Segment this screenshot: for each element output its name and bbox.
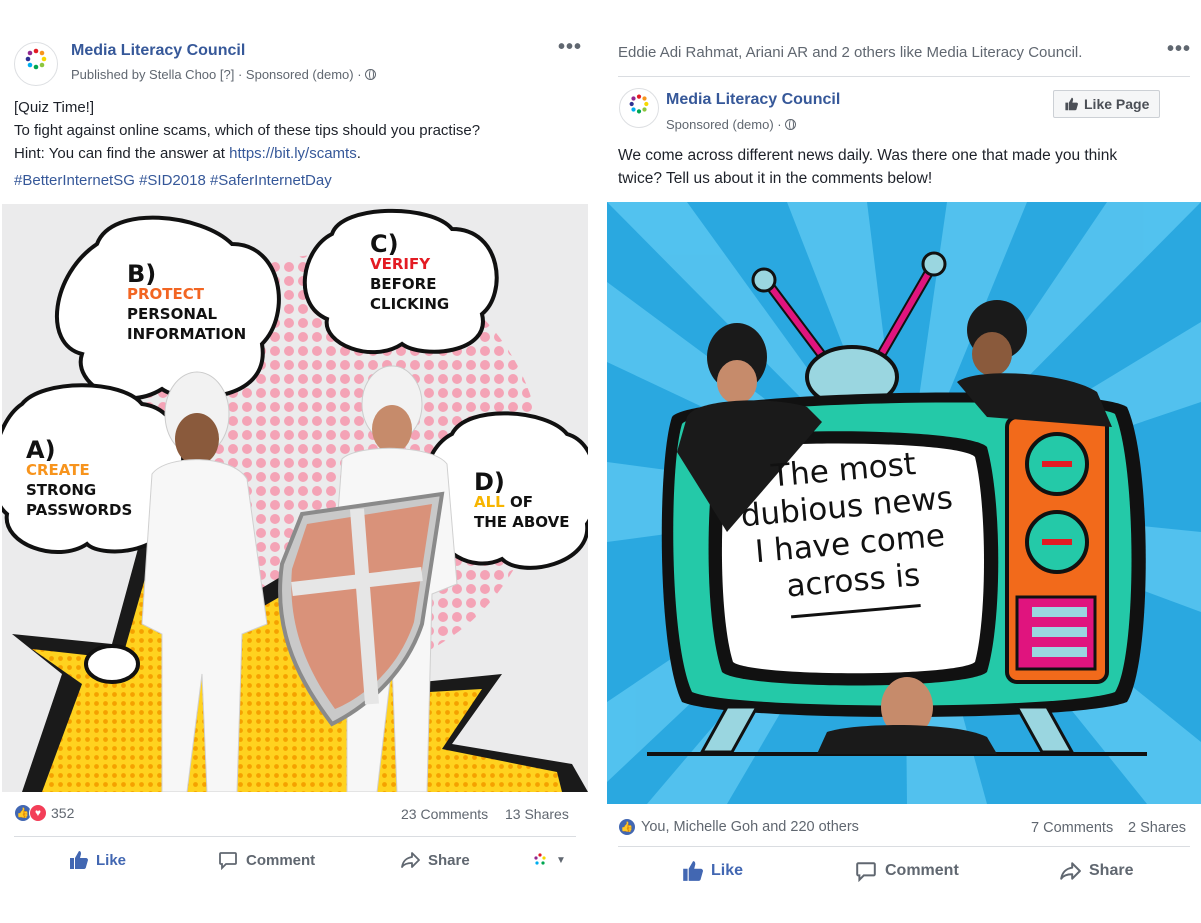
option-text: PASSWORDS — [26, 501, 133, 519]
post-body: [Quiz Time!] To fight against online sca… — [14, 96, 580, 165]
option-text: PERSONAL — [127, 305, 218, 323]
sponsored-label: · Sponsored (demo) · — [237, 67, 362, 82]
option-keyword: ALL — [474, 493, 505, 511]
comment-button[interactable]: Comment — [218, 850, 315, 870]
sponsored-label: Sponsored (demo) · — [666, 117, 782, 132]
thumbs-up-icon — [1065, 97, 1078, 111]
like-page-button[interactable]: Like Page — [1053, 90, 1161, 118]
hint-text: Hint: You can find the answer at — [14, 145, 230, 162]
quiz-image[interactable]: B) PROTECT PERSONAL INFORMATION C) VERIF… — [2, 204, 588, 792]
info-marker[interactable]: [?] — [220, 67, 234, 82]
option-keyword: PROTECT — [127, 285, 205, 303]
comment-count[interactable]: 23 Comments — [401, 806, 488, 822]
post-line: [Quiz Time!] — [14, 99, 95, 116]
post-line: We come across different news daily. Was… — [618, 147, 1118, 164]
option-letter: D) — [474, 468, 505, 496]
comment-icon — [219, 852, 237, 870]
like-icon: 👍 — [618, 818, 636, 836]
post-body: We come across different news daily. Was… — [618, 144, 1193, 190]
option-letter: A) — [26, 436, 56, 464]
option-text: BEFORE — [370, 275, 437, 293]
quiz-option-c: C) VERIFY BEFORE CLICKING — [370, 230, 450, 314]
scam-tips-link[interactable]: https://bit.ly/scamts — [229, 145, 357, 162]
share-label: Share — [1089, 862, 1134, 879]
hashtags[interactable]: #BetterInternetSG #SID2018 #SaferInterne… — [14, 172, 332, 189]
comment-label: Comment — [885, 862, 959, 879]
share-count[interactable]: 2 Shares — [1128, 820, 1186, 836]
page-name-link[interactable]: Media Literacy Council — [666, 91, 840, 109]
thumbs-up-icon — [70, 851, 88, 869]
option-text: THE ABOVE — [474, 513, 570, 531]
option-text: OF — [509, 493, 533, 511]
quiz-option-a: A) CREATE STRONG PASSWORDS — [26, 436, 133, 520]
page-avatar[interactable] — [14, 42, 58, 86]
chevron-down-icon: ▼ — [556, 854, 566, 866]
option-keyword: CREATE — [26, 461, 90, 479]
more-icon[interactable]: ••• — [558, 36, 582, 59]
comment-button[interactable]: Comment — [855, 860, 959, 882]
reaction-names: You, Michelle Goh and 220 others — [641, 819, 859, 835]
globe-icon — [785, 119, 797, 130]
divider — [618, 76, 1190, 77]
like-label: Like — [96, 851, 127, 869]
reaction-selector[interactable]: ▼ — [532, 852, 566, 868]
quiz-option-d: D) ALL OF THE ABOVE — [474, 468, 570, 532]
page-name-link[interactable]: Media Literacy Council — [71, 42, 245, 60]
like-button[interactable]: Like — [68, 850, 126, 870]
option-keyword: VERIFY — [370, 255, 431, 273]
comment-label: Comment — [246, 851, 316, 869]
logo-icon — [629, 94, 649, 114]
like-button[interactable]: Like — [681, 860, 743, 882]
like-label: Like — [711, 862, 744, 879]
love-icon: ♥ — [29, 804, 47, 822]
quiz-option-b: B) PROTECT PERSONAL INFORMATION — [127, 260, 247, 344]
option-text: CLICKING — [370, 295, 450, 313]
reaction-summary[interactable]: 👍 You, Michelle Goh and 220 others — [618, 818, 859, 836]
reaction-summary[interactable]: 👍 ♥ 352 — [14, 804, 74, 822]
reaction-count: 352 — [51, 805, 75, 821]
option-text: INFORMATION — [127, 325, 247, 343]
like-page-label: Like Page — [1084, 96, 1150, 112]
post-line: To fight against online scams, which of … — [14, 122, 481, 139]
divider — [618, 846, 1190, 847]
share-button[interactable]: Share — [1059, 860, 1133, 882]
page-avatar[interactable] — [619, 88, 659, 128]
comment-icon — [856, 862, 876, 882]
post-meta: Published by Stella Choo [?] · Sponsored… — [71, 67, 377, 82]
option-letter: C) — [370, 230, 399, 258]
globe-icon — [365, 69, 377, 80]
post-line: Hint: You can find the answer at https:/… — [14, 142, 580, 165]
more-icon[interactable]: ••• — [1167, 38, 1191, 61]
comment-count[interactable]: 7 Comments — [1031, 820, 1113, 836]
news-image[interactable]: The most dubious news I have come across… — [607, 202, 1201, 804]
post-card-news: Eddie Adi Rahmat, Ariani AR and 2 others… — [607, 30, 1201, 900]
share-icon — [1060, 862, 1081, 880]
share-icon — [401, 852, 420, 868]
share-button[interactable]: Share — [400, 850, 470, 870]
post-card-quiz: Media Literacy Council Published by Stel… — [2, 30, 588, 890]
divider — [14, 836, 576, 837]
option-letter: B) — [127, 260, 157, 288]
logo-icon — [25, 48, 47, 70]
post-meta: Sponsored (demo) · — [666, 117, 797, 132]
hint-period: . — [356, 145, 361, 162]
option-text: STRONG — [26, 481, 97, 499]
social-context[interactable]: Eddie Adi Rahmat, Ariani AR and 2 others… — [618, 44, 1082, 61]
published-by[interactable]: Published by Stella Choo — [71, 67, 216, 82]
tv-caption: The most dubious news I have come across… — [732, 443, 965, 623]
post-line: twice? Tell us about it in the comments … — [618, 170, 933, 187]
thumbs-up-icon — [683, 861, 703, 881]
share-label: Share — [428, 851, 470, 869]
logo-icon — [534, 853, 546, 865]
share-count[interactable]: 13 Shares — [505, 806, 569, 822]
